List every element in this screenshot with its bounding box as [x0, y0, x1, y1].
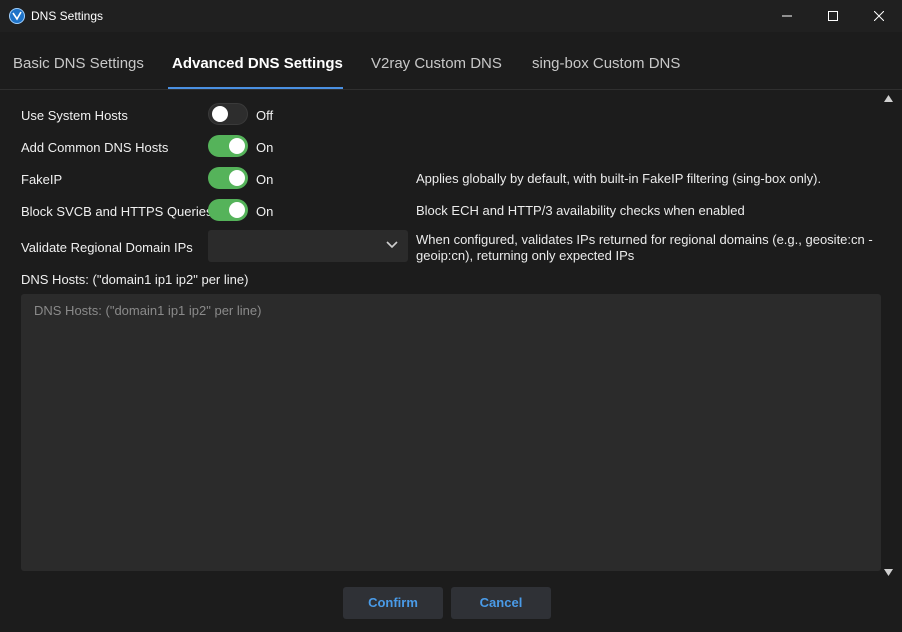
fakeip-state: On — [256, 172, 274, 187]
cancel-button[interactable]: Cancel — [451, 587, 551, 619]
use-system-hosts-state: Off — [256, 108, 274, 123]
minimize-icon — [782, 15, 792, 17]
scroll-down-icon[interactable] — [884, 569, 893, 576]
block-svcb-state: On — [256, 204, 274, 219]
maximize-icon — [828, 11, 838, 21]
validate-regional-select[interactable] — [208, 230, 408, 262]
block-svcb-label: Block SVCB and HTTPS Queries — [21, 204, 213, 219]
fakeip-label: FakeIP — [21, 172, 63, 187]
block-svcb-toggle[interactable] — [208, 199, 248, 221]
toggle-knob — [212, 106, 228, 122]
tab-v2ray-custom-dns[interactable]: V2ray Custom DNS — [371, 55, 502, 72]
add-common-dns-hosts-toggle[interactable] — [208, 135, 248, 157]
confirm-button[interactable]: Confirm — [343, 587, 443, 619]
validate-regional-label: Validate Regional Domain IPs — [21, 240, 193, 255]
use-system-hosts-toggle[interactable] — [208, 103, 248, 125]
minimize-button[interactable] — [764, 0, 810, 32]
scroll-up-icon[interactable] — [884, 95, 893, 102]
title-bar: DNS Settings — [0, 0, 902, 32]
toggle-knob — [229, 202, 245, 218]
toggle-knob — [229, 138, 245, 154]
chevron-down-icon — [386, 241, 398, 249]
tab-advanced-dns-settings[interactable]: Advanced DNS Settings — [172, 55, 343, 72]
maximize-button[interactable] — [810, 0, 856, 32]
fakeip-toggle[interactable] — [208, 167, 248, 189]
tab-basic-dns-settings[interactable]: Basic DNS Settings — [13, 55, 144, 72]
block-svcb-description: Block ECH and HTTP/3 availability checks… — [416, 203, 745, 218]
tab-bar: Basic DNS Settings Advanced DNS Settings… — [0, 32, 902, 90]
close-icon — [874, 11, 884, 21]
active-tab-indicator — [168, 87, 343, 89]
app-logo-icon — [9, 8, 25, 24]
close-button[interactable] — [856, 0, 902, 32]
use-system-hosts-label: Use System Hosts — [21, 108, 128, 123]
toggle-knob — [229, 170, 245, 186]
dns-hosts-placeholder: DNS Hosts: ("domain1 ip1 ip2" per line) — [34, 303, 262, 318]
window-title: DNS Settings — [31, 9, 104, 23]
tab-sing-box-custom-dns[interactable]: sing-box Custom DNS — [532, 55, 680, 72]
add-common-dns-hosts-state: On — [256, 140, 274, 155]
dns-hosts-label: DNS Hosts: ("domain1 ip1 ip2" per line) — [21, 272, 249, 287]
validate-regional-description: When configured, validates IPs returned … — [416, 232, 873, 263]
dns-hosts-textarea[interactable]: DNS Hosts: ("domain1 ip1 ip2" per line) — [21, 294, 881, 571]
fakeip-description: Applies globally by default, with built-… — [416, 171, 822, 186]
add-common-dns-hosts-label: Add Common DNS Hosts — [21, 140, 169, 155]
dialog-body: Basic DNS Settings Advanced DNS Settings… — [0, 32, 902, 632]
